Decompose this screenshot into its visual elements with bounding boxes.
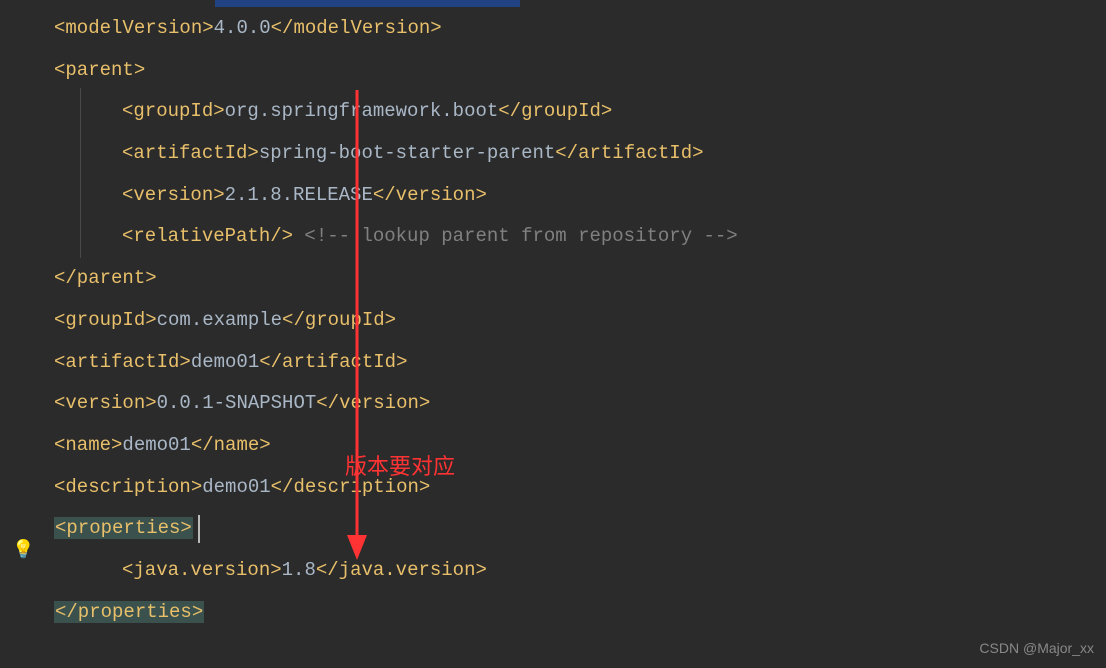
xml-text: org.springframework.boot	[225, 100, 499, 122]
xml-text: 0.0.1-SNAPSHOT	[157, 392, 317, 414]
code-line[interactable]: <artifactId>spring-boot-starter-parent</…	[40, 133, 1106, 175]
xml-tag: <relativePath/>	[122, 225, 293, 247]
xml-text: 4.0.0	[214, 17, 271, 39]
xml-tag: </groupId>	[498, 100, 612, 122]
code-line[interactable]: <description>demo01</description>	[40, 467, 1106, 509]
lightbulb-icon[interactable]: 💡	[12, 534, 34, 568]
xml-comment: <!-- lookup parent from repository -->	[293, 225, 738, 247]
xml-tag: </description>	[271, 476, 431, 498]
xml-tag: </artifactId>	[555, 142, 703, 164]
xml-tag: <version>	[122, 184, 225, 206]
xml-tag: <parent>	[54, 59, 145, 81]
xml-tag: <modelVersion>	[54, 17, 214, 39]
xml-text: spring-boot-starter-parent	[259, 142, 555, 164]
xml-tag: </version>	[316, 392, 430, 414]
xml-tag: <groupId>	[54, 309, 157, 331]
xml-tag-highlighted: </properties>	[54, 601, 204, 623]
code-line[interactable]: <artifactId>demo01</artifactId>	[40, 342, 1106, 384]
xml-text: 1.8	[282, 559, 316, 581]
code-line[interactable]: <groupId>com.example</groupId>	[40, 300, 1106, 342]
code-line[interactable]: <name>demo01</name>	[40, 425, 1106, 467]
watermark: CSDN @Major_xx	[979, 635, 1094, 662]
indent-guide	[80, 88, 81, 258]
code-line[interactable]: </properties>	[40, 592, 1106, 634]
code-editor[interactable]: <modelVersion>4.0.0</modelVersion> <pare…	[0, 0, 1106, 633]
xml-text: com.example	[157, 309, 282, 331]
xml-tag: </version>	[373, 184, 487, 206]
xml-text: demo01	[191, 351, 259, 373]
xml-tag: <version>	[54, 392, 157, 414]
xml-tag: <groupId>	[122, 100, 225, 122]
code-line[interactable]: <modelVersion>4.0.0</modelVersion>	[40, 8, 1106, 50]
code-line[interactable]: <version>0.0.1-SNAPSHOT</version>	[40, 383, 1106, 425]
editor-gutter: 💡	[0, 0, 40, 668]
xml-tag: <java.version>	[122, 559, 282, 581]
code-line[interactable]: <groupId>org.springframework.boot</group…	[40, 91, 1106, 133]
xml-tag: </modelVersion>	[271, 17, 442, 39]
xml-tag: <artifactId>	[54, 351, 191, 373]
text-cursor	[198, 515, 200, 543]
xml-text: demo01	[202, 476, 270, 498]
xml-text: 2.1.8.RELEASE	[225, 184, 373, 206]
xml-tag: </parent>	[54, 267, 157, 289]
xml-tag: </groupId>	[282, 309, 396, 331]
xml-tag: </java.version>	[316, 559, 487, 581]
code-line[interactable]: <parent>	[40, 50, 1106, 92]
xml-tag: </name>	[191, 434, 271, 456]
code-line[interactable]: <java.version>1.8</java.version>	[40, 550, 1106, 592]
code-line[interactable]: </parent>	[40, 258, 1106, 300]
code-line[interactable]: <relativePath/> <!-- lookup parent from …	[40, 216, 1106, 258]
xml-text: demo01	[122, 434, 190, 456]
xml-tag: <artifactId>	[122, 142, 259, 164]
xml-tag: <name>	[54, 434, 122, 456]
xml-tag: </artifactId>	[259, 351, 407, 373]
xml-tag-highlighted: <properties>	[54, 517, 193, 539]
code-line[interactable]: <version>2.1.8.RELEASE</version>	[40, 175, 1106, 217]
xml-tag: <description>	[54, 476, 202, 498]
